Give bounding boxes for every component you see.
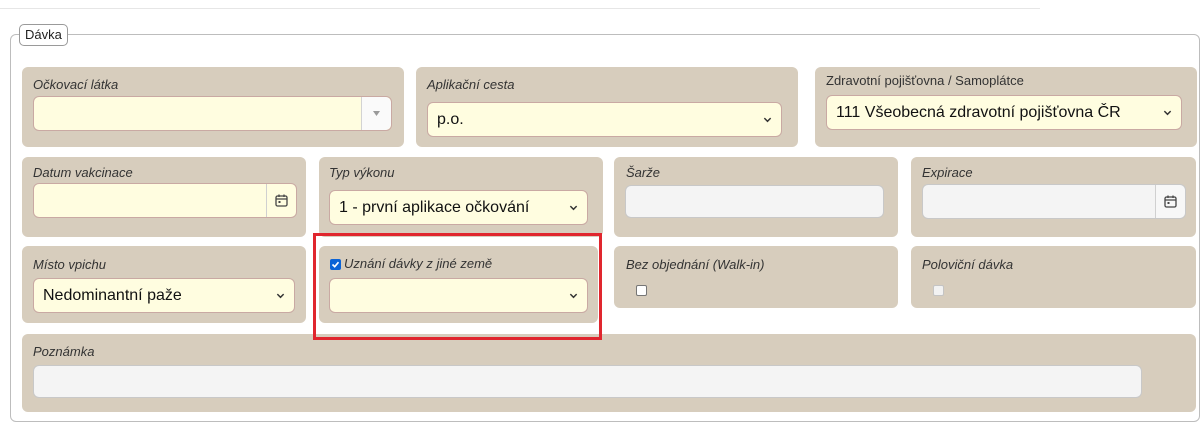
vaccination-date-input[interactable] bbox=[33, 183, 297, 218]
expiration-input[interactable] bbox=[922, 184, 1186, 219]
chevron-down-icon bbox=[1163, 107, 1172, 117]
procedure-type-select[interactable]: 1 - první aplikace očkování bbox=[329, 190, 588, 225]
expiration-panel: Expirace bbox=[911, 157, 1196, 237]
top-divider bbox=[0, 8, 1040, 9]
injection-site-select[interactable]: Nedominantní paže bbox=[33, 278, 295, 313]
insurer-value: 111 Všeobecná zdravotní pojišťovna ČR bbox=[836, 104, 1121, 121]
calendar-icon bbox=[275, 194, 288, 207]
route-value: p.o. bbox=[437, 111, 464, 128]
vaccine-panel: Očkovací látka bbox=[22, 67, 404, 147]
half-dose-panel: Poloviční dávka bbox=[911, 246, 1196, 308]
fieldset-legend: Dávka bbox=[19, 24, 68, 46]
batch-panel: Šarže bbox=[614, 157, 898, 237]
vaccination-date-panel: Datum vakcinace bbox=[22, 157, 306, 237]
chevron-down-icon bbox=[569, 202, 578, 212]
note-label: Poznámka bbox=[33, 344, 95, 359]
expiration-calendar-button[interactable] bbox=[1155, 185, 1185, 218]
batch-label: Šarže bbox=[626, 165, 660, 180]
injection-site-value: Nedominantní paže bbox=[43, 287, 182, 304]
half-dose-label: Poloviční dávka bbox=[922, 257, 1014, 272]
vaccine-dropdown-button[interactable] bbox=[361, 97, 391, 130]
vaccination-date-label: Datum vakcinace bbox=[33, 165, 133, 180]
chevron-down-icon bbox=[763, 117, 772, 122]
walk-in-panel: Bez objednání (Walk-in) bbox=[614, 246, 898, 308]
triangle-down-icon bbox=[373, 111, 380, 116]
note-input[interactable] bbox=[33, 365, 1142, 398]
procedure-type-value: 1 - první aplikace očkování bbox=[339, 199, 530, 216]
walk-in-label: Bez objednání (Walk-in) bbox=[626, 257, 765, 272]
batch-input[interactable] bbox=[625, 185, 884, 218]
route-label: Aplikační cesta bbox=[427, 77, 515, 92]
vaccination-date-calendar-button[interactable] bbox=[266, 184, 296, 217]
half-dose-checkbox bbox=[933, 285, 944, 296]
insurer-select[interactable]: 111 Všeobecná zdravotní pojišťovna ČR bbox=[826, 95, 1182, 130]
injection-site-panel: Místo vpichu Nedominantní paže bbox=[22, 246, 306, 323]
vaccine-label: Očkovací látka bbox=[33, 77, 119, 92]
highlight-box bbox=[313, 233, 602, 340]
walk-in-checkbox[interactable] bbox=[636, 285, 647, 296]
insurer-label: Zdravotní pojišťovna / Samoplátce bbox=[826, 73, 1024, 88]
vaccine-combobox[interactable] bbox=[33, 96, 392, 131]
route-panel: Aplikační cesta p.o. bbox=[416, 67, 798, 147]
route-select[interactable]: p.o. bbox=[427, 102, 782, 137]
chevron-down-icon bbox=[276, 293, 285, 298]
injection-site-label: Místo vpichu bbox=[33, 257, 106, 272]
procedure-type-panel: Typ výkonu 1 - první aplikace očkování bbox=[319, 157, 603, 237]
insurer-panel: Zdravotní pojišťovna / Samoplátce 111 Vš… bbox=[815, 67, 1197, 147]
expiration-label: Expirace bbox=[922, 165, 973, 180]
note-panel: Poznámka bbox=[22, 334, 1196, 412]
calendar-icon bbox=[1164, 195, 1177, 208]
procedure-type-label: Typ výkonu bbox=[329, 165, 395, 180]
